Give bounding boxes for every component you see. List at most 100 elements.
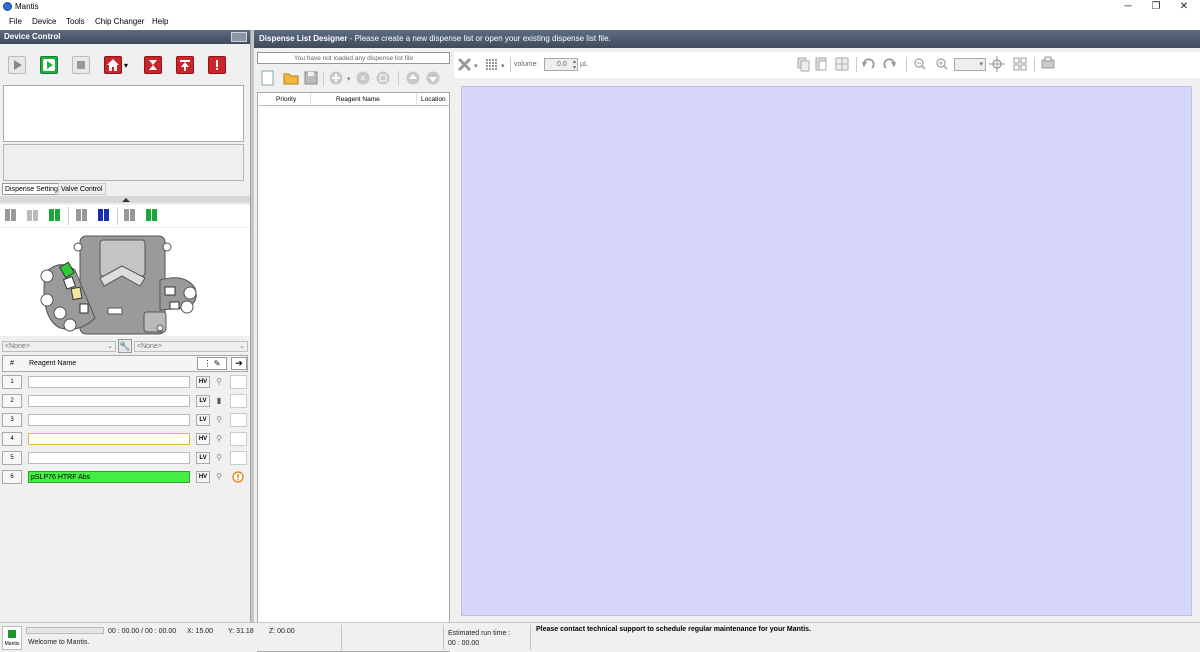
- paste-icon: [815, 57, 827, 71]
- tab-dispense-setting[interactable]: Dispense Setting: [2, 183, 61, 195]
- row-number: 2: [2, 394, 22, 408]
- tab-valve-control[interactable]: Valve Control: [58, 183, 106, 195]
- row-number: 3: [2, 413, 22, 427]
- reagent-name-input[interactable]: [28, 414, 190, 426]
- row-number: 1: [2, 375, 22, 389]
- play-icon: [14, 60, 22, 70]
- chip-type-button[interactable]: LV: [196, 452, 210, 464]
- volume-unit: µL: [580, 61, 588, 68]
- plate-designer-toolbar: ▾ ▾ volume: 0.0 ▴ ▾ µL ▾: [454, 52, 1200, 78]
- edit-pencil-button[interactable]: ⋮ ✎: [197, 357, 227, 370]
- svg-text:▾: ▾: [347, 76, 351, 83]
- reagent-name-input[interactable]: [28, 433, 190, 445]
- prime-button[interactable]: [144, 56, 162, 74]
- menu-file[interactable]: File: [9, 17, 22, 26]
- syringe-icon: ▮: [216, 396, 222, 405]
- menu-chip-changer[interactable]: Chip Changer: [95, 17, 144, 26]
- home-button[interactable]: [104, 56, 122, 74]
- eject-button[interactable]: [176, 56, 194, 74]
- mantis-device-diagram: [40, 235, 197, 335]
- chip-icon-3: [49, 209, 60, 221]
- col-priority[interactable]: Priority: [276, 96, 296, 103]
- save-icon: [304, 71, 318, 85]
- undo-icon: [862, 58, 875, 69]
- move-up-icon: [406, 71, 420, 85]
- plate-designer-canvas[interactable]: [461, 86, 1192, 616]
- minimize-button[interactable]: ─: [1113, 0, 1143, 14]
- chip-type-button[interactable]: LV: [196, 414, 210, 426]
- warning-icon: [232, 471, 244, 483]
- row-number: 4: [2, 432, 22, 446]
- pencil-icon: ⋮ ✎: [203, 359, 221, 368]
- pipette-icon: ⚲: [216, 415, 222, 424]
- connected-led-icon: [8, 630, 16, 638]
- svg-text:▾: ▾: [501, 63, 505, 70]
- x-coordinate: X: 15.00: [187, 628, 214, 635]
- wrench-button[interactable]: 🔧: [118, 339, 132, 353]
- device-control-title: Device Control: [4, 32, 61, 41]
- volume-value: 0.0: [557, 61, 567, 68]
- collapse-bar[interactable]: [0, 196, 250, 203]
- plate-type-select[interactable]: <None> ⌄: [134, 341, 248, 352]
- pipette-icon: ⚲: [216, 472, 222, 481]
- dispense-list-table: Priority Reagent Name Location: [257, 92, 450, 652]
- chip-icon-6: [124, 209, 135, 221]
- move-down-icon: [426, 71, 440, 85]
- reagent-name-input[interactable]: [28, 452, 190, 464]
- stop-button[interactable]: [72, 56, 90, 74]
- new-file-icon: [261, 70, 274, 86]
- zoom-out-icon: [914, 58, 926, 70]
- col-reagent-name[interactable]: Reagent Name: [336, 96, 380, 103]
- copy-circle-icon: [376, 71, 390, 85]
- reagent-name-input[interactable]: [28, 376, 190, 388]
- col-location[interactable]: Location: [421, 96, 446, 103]
- play-button[interactable]: [8, 56, 26, 74]
- chip-type-button[interactable]: LV: [196, 395, 210, 407]
- pipette-icon: ⚲: [216, 377, 222, 386]
- device-control-header: Device Control: [0, 30, 250, 44]
- home-dropdown-arrow[interactable]: ▾: [124, 61, 128, 70]
- restore-button[interactable]: ❐: [1141, 0, 1171, 14]
- chip-icon-4: [76, 209, 87, 221]
- menu-device[interactable]: Device: [32, 17, 56, 26]
- chip-type-button[interactable]: HV: [196, 376, 210, 388]
- reagent-name-input[interactable]: pSLP76 HTRF Abs: [28, 471, 190, 483]
- zoom-level-select[interactable]: ▾: [954, 58, 986, 71]
- row-action[interactable]: [230, 413, 247, 427]
- close-button[interactable]: ✕: [1169, 0, 1199, 14]
- chevron-down-icon: ▾: [979, 61, 983, 68]
- chevron-down-icon: ⌄: [239, 343, 245, 350]
- copy-icon: [797, 57, 810, 72]
- row-action[interactable]: [230, 451, 247, 465]
- volume-spinner[interactable]: 0.0 ▴ ▾: [544, 58, 578, 71]
- spinner-arrows-icon: ▴ ▾: [572, 59, 576, 71]
- table-row: 3 LV ⚲: [0, 412, 250, 431]
- chevron-down-icon: ⌄: [107, 343, 113, 350]
- dispense-mode-select[interactable]: <None> ⌄: [2, 341, 116, 352]
- arrow-right-button[interactable]: ➔: [231, 357, 247, 370]
- elapsed-time: 00 : 00.00 / 00 : 00.00: [108, 628, 177, 635]
- title-bar: Mantis ─ ❐ ✕: [0, 0, 1200, 14]
- undock-icon[interactable]: [231, 32, 247, 42]
- menu-tools[interactable]: Tools: [66, 17, 85, 26]
- menu-help[interactable]: Help: [152, 17, 168, 26]
- emergency-stop-button[interactable]: [208, 56, 226, 74]
- row-action[interactable]: [230, 432, 247, 446]
- arrow-right-icon: ➔: [235, 358, 243, 368]
- volume-label: volume:: [514, 61, 539, 68]
- dispense-mode-value: <None>: [5, 343, 30, 350]
- z-coordinate: Z: 00.00: [269, 628, 295, 635]
- row-action[interactable]: [230, 375, 247, 389]
- welcome-message: Welcome to Mantis.: [28, 639, 90, 646]
- hourglass-icon: [149, 60, 157, 70]
- reagent-name-input[interactable]: [28, 395, 190, 407]
- chip-type-button[interactable]: HV: [196, 471, 210, 483]
- run-button[interactable]: [40, 56, 58, 74]
- dispense-list-header: Dispense List Designer - Please create a…: [254, 30, 1200, 48]
- row-action[interactable]: [230, 394, 247, 408]
- svg-text:✕: ✕: [360, 74, 367, 83]
- mantis-app-icon: [3, 2, 12, 11]
- row-action[interactable]: [230, 470, 247, 484]
- chip-selector-row: [0, 205, 250, 227]
- chip-type-button[interactable]: HV: [196, 433, 210, 445]
